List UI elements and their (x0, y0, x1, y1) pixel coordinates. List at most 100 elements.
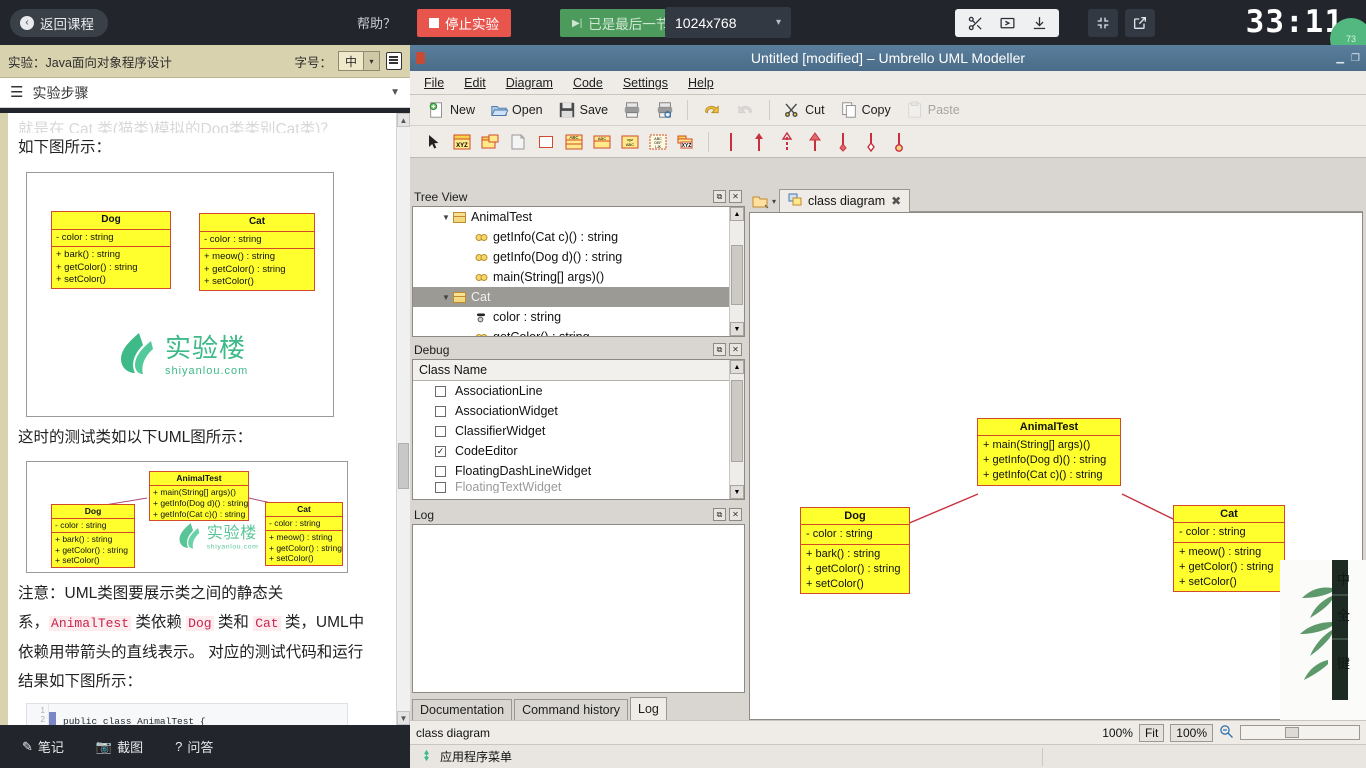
tab-command-history[interactable]: Command history (514, 699, 629, 720)
menu-diagram[interactable]: Diagram (506, 76, 553, 90)
dependency-icon[interactable] (777, 131, 797, 152)
menu-help[interactable]: Help (688, 76, 714, 90)
print-preview-button[interactable] (650, 99, 680, 121)
new-button[interactable]: New (422, 99, 481, 121)
course-scrollbar[interactable]: ▲ ▼ (396, 113, 410, 725)
note-icon[interactable] (508, 132, 528, 152)
tree-item-getcolor[interactable]: getColor() : string (413, 327, 729, 336)
package-icon[interactable] (480, 132, 500, 152)
save-button[interactable]: Save (552, 99, 615, 121)
tree-view-list[interactable]: ▼ AnimalTest getInfo(Cat c)() : string g… (413, 207, 729, 336)
directed-association-icon[interactable] (749, 132, 769, 152)
checkbox[interactable] (435, 425, 446, 437)
screenshot-button[interactable]: 📷 截图 (96, 737, 143, 756)
class-xyz-icon[interactable]: XYZ (452, 132, 472, 152)
menu-settings[interactable]: Settings (623, 76, 668, 90)
tab-log[interactable]: Log (630, 697, 667, 720)
debug-list[interactable]: AssociationLine AssociationWidget Classi… (413, 381, 729, 493)
checkbox[interactable] (435, 405, 446, 417)
tree-item-animaltest[interactable]: ▼ AnimalTest (413, 207, 729, 227)
external-link-icon[interactable] (1125, 9, 1155, 37)
scroll-thumb[interactable] (731, 380, 743, 462)
generalization-icon[interactable] (805, 131, 825, 152)
lab-steps-bar[interactable]: ☰ 实验步骤 ▼ (0, 78, 410, 108)
font-size-select[interactable]: 中 ▾ (337, 51, 380, 71)
datatype-icon[interactable]: ABC (592, 132, 612, 152)
tree-item-getinfo-cat[interactable]: getInfo(Cat c)() : string (413, 227, 729, 247)
stop-lab-button[interactable]: 停止实验 (417, 9, 511, 37)
aggregation-icon[interactable] (833, 132, 853, 152)
qa-button[interactable]: ? 问答 (175, 737, 213, 756)
association-line-icon[interactable] (721, 132, 741, 152)
menu-code[interactable]: Code (573, 76, 603, 90)
scroll-up-button[interactable]: ▲ (397, 113, 410, 127)
checkbox[interactable] (435, 481, 446, 493)
close-icon[interactable]: ✖ (891, 194, 901, 208)
scissors-icon[interactable] (960, 11, 990, 35)
new-diagram-button[interactable]: ▾ (749, 190, 779, 212)
tree-item-cat[interactable]: ▼ Cat (413, 287, 729, 307)
close-icon[interactable]: ✕ (729, 190, 742, 203)
tree-view-scrollbar[interactable]: ▲ ▼ (729, 207, 744, 336)
box-icon[interactable] (536, 132, 556, 152)
debug-scrollbar[interactable]: ▲ ▼ (729, 360, 744, 499)
debug-row[interactable]: ✓ CodeEditor (413, 441, 729, 461)
chevron-down-icon[interactable]: ▾ (772, 197, 776, 206)
undo-button[interactable] (695, 99, 727, 121)
zoom-slider[interactable] (1240, 725, 1360, 740)
download-icon[interactable] (1024, 11, 1054, 35)
diagram-canvas[interactable]: AnimalTest + main(String[] args)() + get… (749, 212, 1363, 720)
tree-item-getinfo-dog[interactable]: getInfo(Dog d)() : string (413, 247, 729, 267)
menu-edit[interactable]: Edit (464, 76, 486, 90)
back-to-course-button[interactable]: ‹ 返回课程 (10, 9, 108, 37)
entity-icon[interactable]: ABC DEF I.JK (648, 132, 668, 152)
debug-row[interactable]: FloatingDashLineWidget (413, 461, 729, 481)
screenshot-icon[interactable] (992, 11, 1022, 35)
actor-xyz-icon[interactable]: XYZ (676, 132, 696, 152)
cut-button[interactable]: Cut (777, 99, 830, 121)
expand-arrow-icon[interactable]: ▼ (439, 213, 453, 222)
composition-icon[interactable] (861, 132, 881, 152)
tree-item-main[interactable]: main(String[] args)() (413, 267, 729, 287)
scroll-up-button[interactable]: ▲ (730, 360, 744, 374)
checkbox[interactable] (435, 385, 446, 397)
scroll-down-button[interactable]: ▼ (397, 711, 410, 725)
debug-row[interactable]: AssociationWidget (413, 401, 729, 421)
scroll-down-button[interactable]: ▼ (730, 485, 744, 499)
close-icon[interactable]: ✕ (729, 508, 742, 521)
chevron-down-icon[interactable]: ▼ (390, 87, 400, 98)
fullscreen-icon[interactable] (1088, 9, 1118, 37)
app-menu-button[interactable]: 应用程序菜单 (410, 748, 522, 765)
diagram-tab-class-diagram[interactable]: class diagram ✖ (779, 189, 911, 212)
minimize-icon[interactable]: ▁ (1336, 53, 1344, 64)
tree-item-color[interactable]: color : string (413, 307, 729, 327)
resolution-select[interactable]: 1024x768 ▾ (665, 7, 791, 38)
log-content[interactable] (413, 525, 744, 692)
undock-icon[interactable]: ⧉ (713, 508, 726, 521)
document-icon[interactable] (386, 52, 402, 70)
print-button[interactable] (617, 99, 647, 121)
close-icon[interactable]: ✕ (729, 343, 742, 356)
next-section-button[interactable]: ▶| 已是最后一节 (560, 9, 682, 37)
containment-icon[interactable] (889, 132, 909, 152)
debug-row[interactable]: ClassifierWidget (413, 421, 729, 441)
scroll-down-button[interactable]: ▼ (730, 322, 744, 336)
copy-button[interactable]: Copy (834, 99, 897, 121)
help-link[interactable]: 帮助？ (357, 13, 396, 32)
maximize-icon[interactable]: ❐ (1351, 53, 1360, 64)
checkbox[interactable] (435, 465, 446, 477)
canvas-class-animaltest[interactable]: AnimalTest + main(String[] args)() + get… (977, 418, 1121, 486)
zoom-out-icon[interactable] (1219, 724, 1234, 742)
canvas-class-cat[interactable]: Cat - color : string + meow() : string +… (1173, 505, 1285, 593)
scroll-thumb[interactable] (731, 245, 743, 305)
scroll-thumb[interactable] (398, 443, 409, 489)
tab-documentation[interactable]: Documentation (412, 699, 513, 720)
debug-row[interactable]: AssociationLine (413, 381, 729, 401)
debug-row[interactable]: FloatingTextWidget (413, 481, 729, 493)
zoom-100-button[interactable]: 100% (1170, 723, 1213, 742)
open-button[interactable]: Open (484, 99, 549, 121)
abc-interface-icon[interactable]: ABC (564, 132, 584, 152)
enum-icon[interactable]: xyz ABC (620, 132, 640, 152)
undock-icon[interactable]: ⧉ (713, 190, 726, 203)
select-pointer-icon[interactable] (424, 132, 444, 152)
